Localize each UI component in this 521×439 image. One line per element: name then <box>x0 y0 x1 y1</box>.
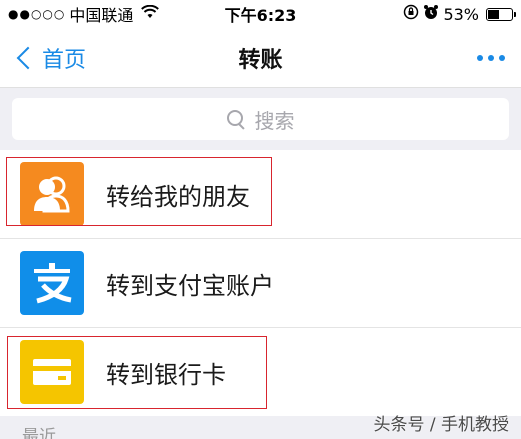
alipay-transfer-label: 转到支付宝账户 <box>106 271 274 300</box>
bank-card-transfer-label: 转到银行卡 <box>106 360 226 389</box>
friends-icon <box>20 162 84 226</box>
search-placeholder: 搜索 <box>254 108 295 133</box>
navigation-bar: 首页 转账 <box>0 28 521 88</box>
back-button[interactable]: 首页 <box>16 28 86 88</box>
status-left: ●●○○○ 中国联通 <box>8 2 160 26</box>
more-icon <box>477 55 483 61</box>
battery-icon <box>486 7 516 21</box>
more-icon-dot <box>499 55 505 61</box>
alipay-icon <box>20 251 84 315</box>
battery-percent: 53% <box>443 4 479 24</box>
watermark: 头条号 / 手机教授 <box>373 415 509 435</box>
recent-section-label: 最近 <box>22 427 56 439</box>
page-title: 转账 <box>238 47 283 73</box>
search-input[interactable]: 搜索 <box>12 98 509 140</box>
more-button[interactable] <box>477 28 505 88</box>
back-label: 首页 <box>42 48 87 73</box>
wifi-icon <box>141 4 160 23</box>
search-area: 搜索 <box>0 88 521 150</box>
friend-transfer-label: 转给我的朋友 <box>106 182 250 211</box>
search-icon <box>226 110 245 128</box>
signal-strength-icon: ●●○○○ <box>8 7 66 21</box>
transfer-to-friend-item[interactable]: 转给我的朋友 <box>0 150 521 238</box>
status-bar: ●●○○○ 中国联通 下午6:23 53% <box>0 0 521 28</box>
back-chevron-icon <box>16 46 40 70</box>
alarm-icon <box>423 4 439 24</box>
transfer-screen: ●●○○○ 中国联通 下午6:23 53% 首页 转账 搜索 转给我的朋友 转到… <box>0 0 521 439</box>
battery-fill <box>488 9 500 19</box>
bank-card-icon <box>20 340 84 404</box>
status-right: 53% <box>403 4 516 24</box>
orientation-lock-icon <box>403 4 419 24</box>
carrier-label: 中国联通 <box>69 6 134 25</box>
transfer-to-bank-card-item[interactable]: 转到银行卡 <box>0 328 521 416</box>
transfer-to-alipay-item[interactable]: 转到支付宝账户 <box>0 239 521 327</box>
more-icon-dot <box>488 55 494 61</box>
